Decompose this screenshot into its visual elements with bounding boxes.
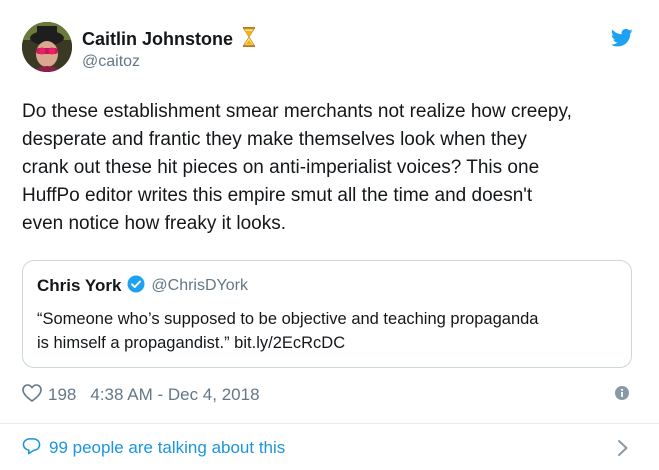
quoted-display-name[interactable]: Chris York (37, 276, 121, 296)
hourglass-icon (233, 26, 257, 53)
tweet-text: Do these establishment smear merchants n… (22, 101, 572, 234)
tweet-header: Caitlin Johnstone @caitoz (22, 22, 637, 76)
avatar[interactable] (22, 22, 72, 72)
heart-icon[interactable] (22, 383, 42, 407)
quoted-tweet[interactable]: Chris York @ChrisDYork “Someone who’s su… (22, 260, 632, 368)
display-name-row: Caitlin Johnstone (82, 26, 257, 53)
talking-count-text[interactable]: 99 people are talking about this (49, 438, 285, 458)
conversation-link[interactable]: 99 people are talking about this (22, 436, 285, 460)
author-info: Caitlin Johnstone @caitoz (82, 26, 257, 71)
tweet-timestamp[interactable]: 4:38 AM - Dec 4, 2018 (90, 385, 259, 405)
author-handle[interactable]: @caitoz (82, 53, 257, 71)
quoted-tweet-text: “Someone who’s supposed to be objective … (37, 310, 539, 352)
tweet-meta: 198 4:38 AM - Dec 4, 2018 (22, 383, 260, 407)
author-display-name[interactable]: Caitlin Johnstone (82, 29, 233, 50)
like-count[interactable]: 198 (48, 385, 76, 405)
divider (0, 423, 659, 424)
quoted-tweet-header: Chris York @ChrisDYork (37, 275, 248, 297)
embedded-tweet: Caitlin Johnstone @caitoz Do these estab… (0, 0, 659, 470)
verified-badge-icon (121, 275, 145, 298)
quoted-handle[interactable]: @ChrisDYork (151, 277, 248, 295)
comment-bubble-icon (22, 437, 41, 460)
